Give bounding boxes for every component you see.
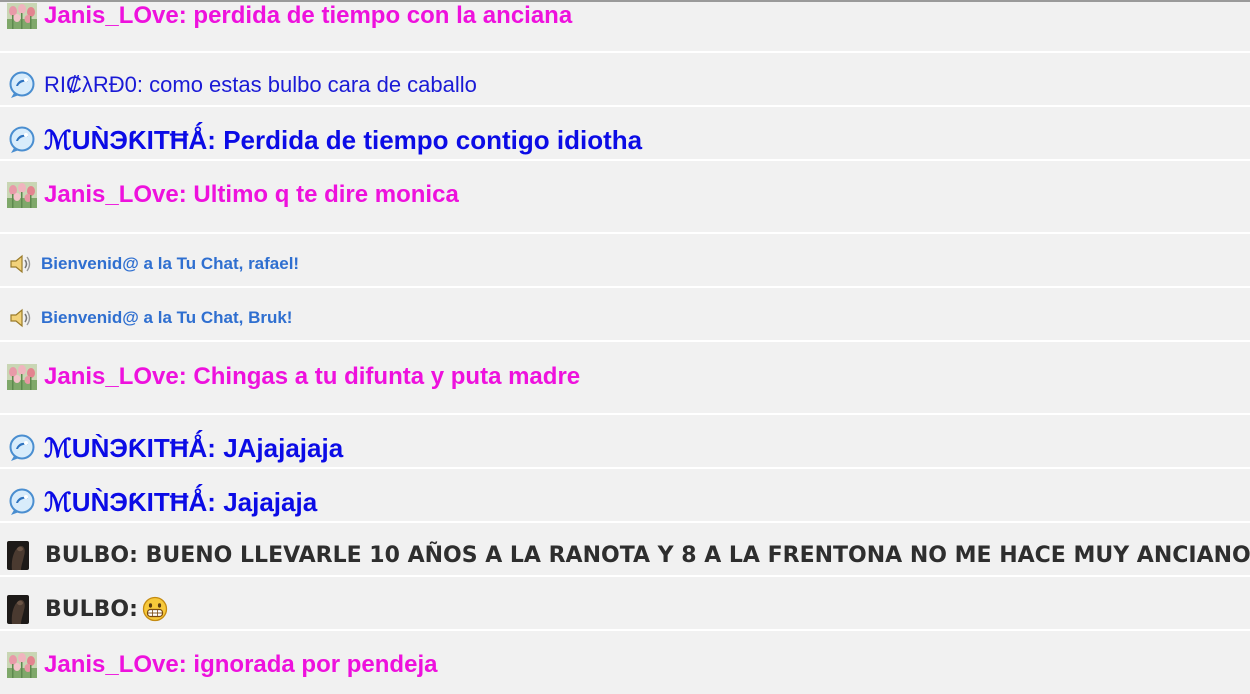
message-text: como estas bulbo cara de caballo xyxy=(149,72,477,97)
chat-message: BULBO: xyxy=(0,592,1250,626)
divider xyxy=(0,629,1250,631)
blue-bubble-icon[interactable] xyxy=(7,126,37,154)
name-separator: : xyxy=(178,181,194,208)
system-message: Bienvenid@ a la Tu Chat, Bruk! xyxy=(0,305,1250,331)
system-text: Bienvenid@ a la Tu Chat, rafael! xyxy=(41,254,300,273)
grinning-face-icon xyxy=(142,596,168,622)
speaker-icon xyxy=(8,307,32,329)
chat-log: Janis_LOve: perdida de tiempo con la anc… xyxy=(0,0,1250,694)
chat-message: ℳUǸЭƘITĦǺ: Perdida de tiempo contigo idi… xyxy=(0,122,1250,158)
chat-message: BULBO: BUENO LLEVARLE 10 AÑOS A LA RANOT… xyxy=(0,538,1250,572)
message-line: Janis_LOve: ignorada por pendeja xyxy=(44,651,437,679)
username[interactable]: ℳUǸЭƘITĦǺ xyxy=(44,487,207,517)
username[interactable]: Janis_LOve xyxy=(44,2,179,29)
message-text: Perdida de tiempo contigo idiotha xyxy=(223,124,643,155)
horse-avatar-icon[interactable] xyxy=(7,595,29,624)
divider xyxy=(0,105,1250,107)
name-separator: : xyxy=(207,486,224,517)
divider xyxy=(0,286,1250,288)
message-text: Chingas a tu difunta y puta madre xyxy=(193,363,581,390)
blue-bubble-icon[interactable] xyxy=(7,434,37,462)
username[interactable]: Janis_LOve xyxy=(44,651,179,678)
name-separator: : xyxy=(178,363,194,390)
name-separator: : xyxy=(129,596,138,622)
chat-message: Janis_LOve: Chingas a tu difunta y puta … xyxy=(0,360,1250,394)
tulips-avatar-icon[interactable] xyxy=(7,364,37,390)
divider xyxy=(0,340,1250,342)
name-separator: : xyxy=(129,542,146,568)
username[interactable]: ℳUǸЭƘITĦǺ xyxy=(44,125,207,155)
username[interactable]: BULBO xyxy=(45,597,129,622)
message-line: RI₡λRĐ0: como estas bulbo cara de caball… xyxy=(44,72,477,98)
horse-avatar-icon[interactable] xyxy=(7,541,29,570)
chat-message: ℳUǸЭƘITĦǺ: JAjajajaja xyxy=(0,430,1250,466)
tulips-avatar-icon[interactable] xyxy=(7,182,37,208)
chat-message: RI₡λRĐ0: como estas bulbo cara de caball… xyxy=(0,68,1250,102)
chat-message: Janis_LOve: Ultimo q te dire monica xyxy=(0,178,1250,212)
message-line: BULBO: xyxy=(45,597,138,622)
message-line: ℳUǸЭƘITĦǺ: JAjajajaja xyxy=(44,433,343,464)
name-separator: : xyxy=(207,432,224,463)
message-line: BULBO: BUENO LLEVARLE 10 AÑOS A LA RANOT… xyxy=(45,543,1250,568)
divider xyxy=(0,51,1250,53)
tulips-avatar-icon[interactable] xyxy=(7,652,37,678)
chat-message: Janis_LOve: ignorada por pendeja xyxy=(0,648,1250,682)
system-message: Bienvenid@ a la Tu Chat, rafael! xyxy=(0,251,1250,277)
blue-bubble-icon[interactable] xyxy=(7,71,37,99)
message-text: Jajajaja xyxy=(223,486,318,517)
divider xyxy=(0,467,1250,469)
message-text: ignorada por pendeja xyxy=(193,651,438,678)
divider xyxy=(0,521,1250,523)
divider xyxy=(0,575,1250,577)
username[interactable]: RI₡λRĐ0 xyxy=(44,72,137,97)
system-text: Bienvenid@ a la Tu Chat, Bruk! xyxy=(41,308,293,327)
message-text: JAjajajaja xyxy=(223,432,344,463)
message-text: BUENO LLEVARLE 10 AÑOS A LA RANOTA Y 8 A… xyxy=(145,542,1250,568)
divider xyxy=(0,232,1250,234)
speaker-icon xyxy=(8,253,32,275)
blue-bubble-icon[interactable] xyxy=(7,488,37,516)
message-line: Janis_LOve: perdida de tiempo con la anc… xyxy=(44,2,572,30)
name-separator: : xyxy=(207,124,224,155)
name-separator: : xyxy=(178,1,194,29)
divider xyxy=(0,413,1250,415)
message-text: Ultimo q te dire monica xyxy=(193,181,459,208)
message-line: Janis_LOve: Chingas a tu difunta y puta … xyxy=(44,363,580,391)
username[interactable]: ℳUǸЭƘITĦǺ xyxy=(44,433,207,463)
message-line: ℳUǸЭƘITĦǺ: Perdida de tiempo contigo idi… xyxy=(44,125,642,156)
username[interactable]: BULBO xyxy=(45,543,129,568)
divider xyxy=(0,159,1250,161)
username[interactable]: Janis_LOve xyxy=(44,363,179,390)
message-line: Janis_LOve: Ultimo q te dire monica xyxy=(44,181,459,209)
username[interactable]: Janis_LOve xyxy=(44,181,179,208)
tulips-avatar-icon[interactable] xyxy=(7,3,37,29)
name-separator: : xyxy=(178,651,194,678)
message-text: perdida de tiempo con la anciana xyxy=(193,1,573,29)
name-separator: : xyxy=(136,72,150,97)
chat-message: ℳUǸЭƘITĦǺ: Jajajaja xyxy=(0,484,1250,520)
chat-message: Janis_LOve: perdida de tiempo con la anc… xyxy=(0,0,1250,31)
message-line: ℳUǸЭƘITĦǺ: Jajajaja xyxy=(44,487,317,518)
